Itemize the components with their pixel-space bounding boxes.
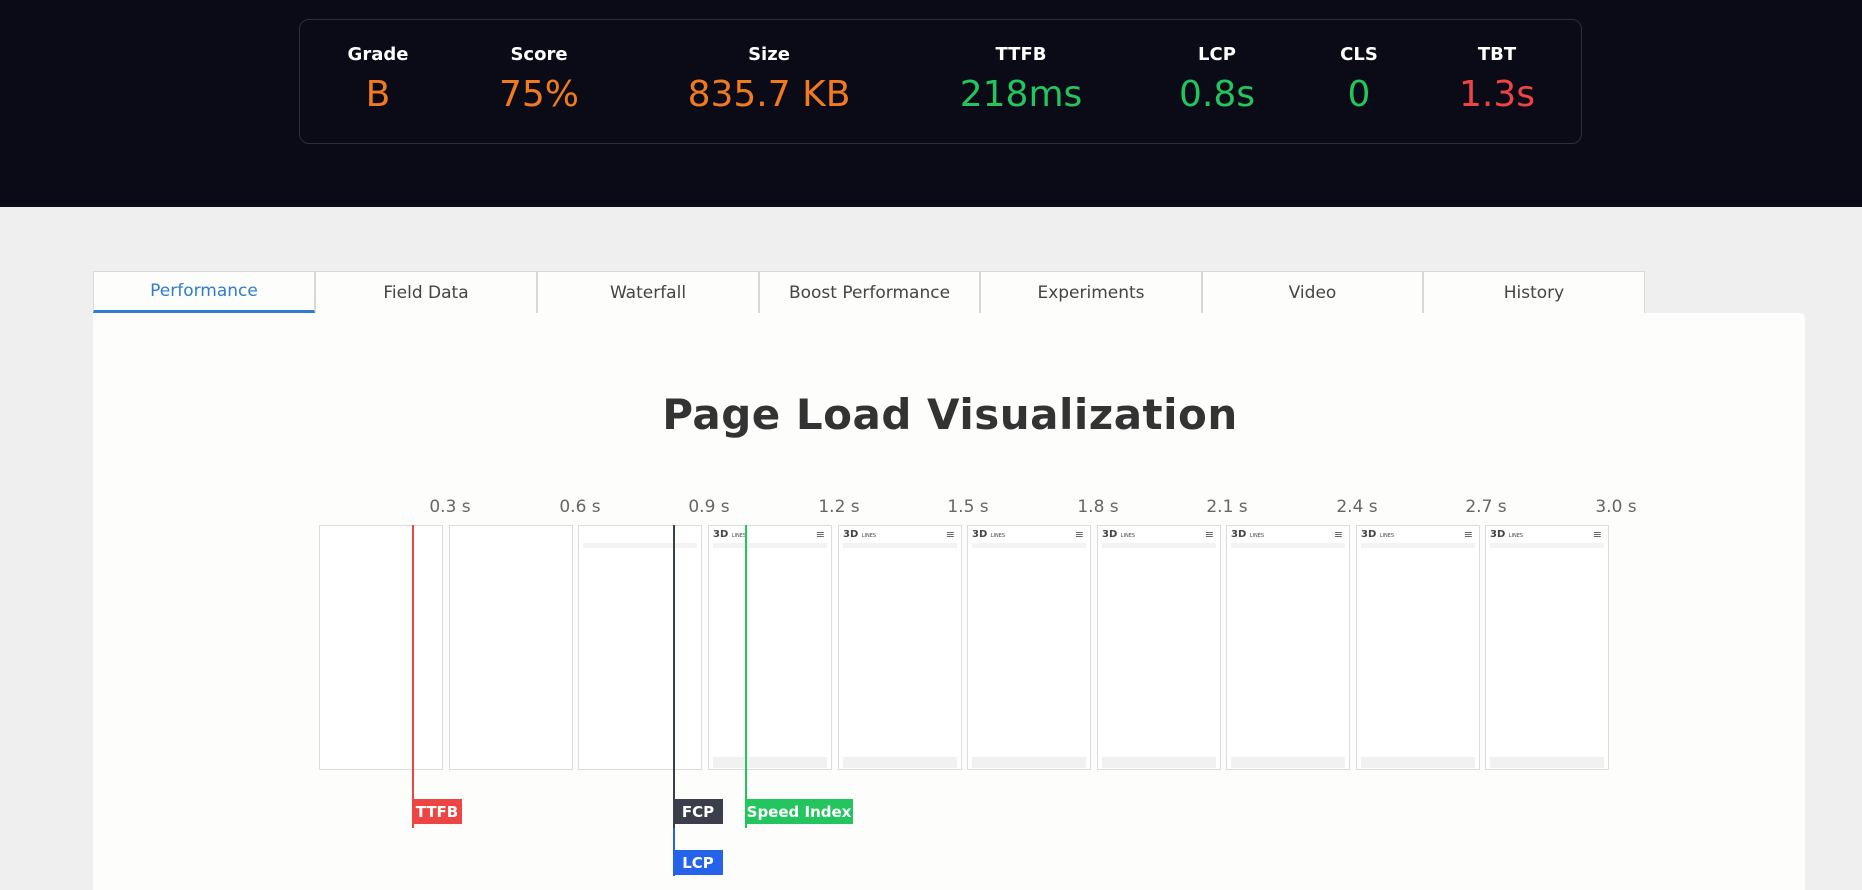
score-value: 75% — [498, 74, 580, 115]
timeline-tick: 3.0 s — [1595, 497, 1637, 517]
hamburger-menu-icon: ≡ — [1333, 528, 1343, 541]
site-logo: 3D LINES — [713, 529, 747, 540]
site-logo: 3D LINES — [1490, 529, 1524, 540]
ttfb-marker-line — [412, 525, 414, 828]
tab-video[interactable]: Video — [1202, 271, 1423, 313]
tab-experiments[interactable]: Experiments — [980, 271, 1202, 313]
grade-metric: Grade B — [348, 44, 409, 118]
tab-waterfall[interactable]: Waterfall — [537, 271, 759, 313]
lcp-marker-label: LCP — [673, 850, 723, 875]
tab-bar: Performance Field Data Waterfall Boost P… — [93, 271, 1645, 313]
ttfb-value: 218ms — [959, 74, 1083, 115]
timeline-tick: 0.6 s — [559, 497, 601, 517]
page-title: Page Load Visualization — [662, 390, 1238, 439]
ttfb-metric: TTFB 218ms — [960, 44, 1083, 118]
cls-label: CLS — [1340, 44, 1378, 65]
filmstrip-frame-blank — [319, 525, 443, 770]
grade-value: B — [365, 74, 391, 115]
hamburger-menu-icon: ≡ — [1463, 528, 1473, 541]
timeline-tick: 1.5 s — [947, 497, 989, 517]
lcp-label: LCP — [1198, 44, 1236, 65]
metrics-summary: Grade B Score 75% Size 835.7 KB TTFB 218… — [299, 19, 1582, 144]
fcp-marker-line — [673, 525, 675, 828]
hamburger-menu-icon: ≡ — [945, 528, 955, 541]
tab-boost-performance[interactable]: Boost Performance — [759, 271, 980, 313]
speed-index-marker-line — [745, 525, 747, 828]
ttfb-marker-label: TTFB — [412, 799, 462, 824]
tbt-metric: TBT 1.3s — [1459, 44, 1535, 118]
fcp-marker-label: FCP — [673, 799, 723, 824]
filmstrip-frame-blank — [578, 525, 702, 770]
filmstrip-frame: 3D LINES ≡ — [967, 525, 1091, 770]
hamburger-menu-icon: ≡ — [1592, 528, 1602, 541]
lcp-metric: LCP 0.8s — [1179, 44, 1255, 118]
tbt-value: 1.3s — [1458, 74, 1536, 115]
size-metric: Size 835.7 KB — [688, 44, 851, 118]
filmstrip-frame: 3D LINES ≡ — [1226, 525, 1350, 770]
timeline-tick: 1.8 s — [1077, 497, 1119, 517]
tab-performance[interactable]: Performance — [93, 271, 315, 313]
filmstrip-frame: 3D LINES ≡ — [1097, 525, 1221, 770]
cls-value: 0 — [1347, 74, 1371, 115]
timeline-tick: 2.4 s — [1336, 497, 1378, 517]
filmstrip-frame: 3D LINES ≡ — [1356, 525, 1480, 770]
size-label: Size — [748, 44, 790, 65]
score-label: Score — [510, 44, 568, 65]
grade-label: Grade — [347, 44, 409, 65]
site-logo: 3D LINES — [1102, 529, 1136, 540]
hamburger-menu-icon: ≡ — [1204, 528, 1214, 541]
size-value: 835.7 KB — [687, 74, 851, 115]
timeline-tick: 1.2 s — [818, 497, 860, 517]
site-logo: 3D LINES — [972, 529, 1006, 540]
timeline-tick: 0.3 s — [429, 497, 471, 517]
site-logo: 3D LINES — [1231, 529, 1265, 540]
timeline-tick: 2.1 s — [1206, 497, 1248, 517]
filmstrip-frame: 3D LINES ≡ — [1485, 525, 1609, 770]
site-logo: 3D LINES — [1361, 529, 1395, 540]
filmstrip-frame: 3D LINES ≡ — [838, 525, 962, 770]
tbt-label: TBT — [1477, 44, 1517, 65]
filmstrip-frame-blank — [449, 525, 573, 770]
filmstrip-frame: 3D LINES ≡ — [708, 525, 832, 770]
speed-index-marker-label: Speed Index — [745, 799, 853, 824]
lcp-value: 0.8s — [1178, 74, 1256, 115]
score-metric: Score 75% — [499, 44, 579, 118]
tab-history[interactable]: History — [1423, 271, 1645, 313]
timeline-tick: 0.9 s — [688, 497, 730, 517]
header-bar: Grade B Score 75% Size 835.7 KB TTFB 218… — [0, 0, 1862, 207]
site-logo: 3D LINES — [843, 529, 877, 540]
hamburger-menu-icon: ≡ — [1074, 528, 1084, 541]
timeline-tick: 2.7 s — [1465, 497, 1507, 517]
ttfb-label: TTFB — [995, 44, 1047, 65]
hamburger-menu-icon: ≡ — [815, 528, 825, 541]
tab-field-data[interactable]: Field Data — [315, 271, 537, 313]
cls-metric: CLS 0 — [1340, 44, 1378, 118]
